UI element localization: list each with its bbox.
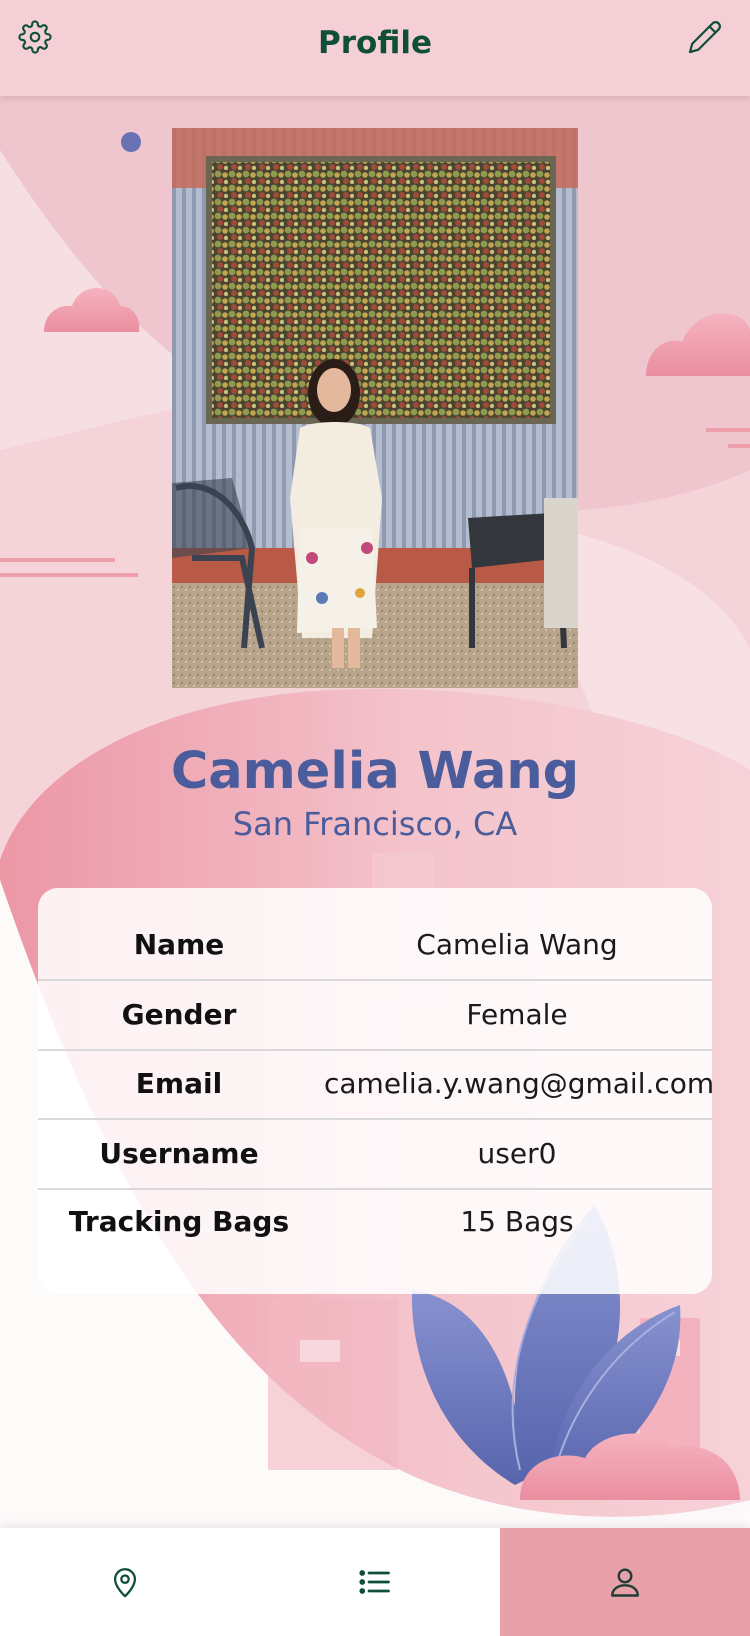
pencil-icon [688, 21, 721, 54]
detail-label: Email [135, 1067, 223, 1100]
profile-location: San Francisco, CA [232, 805, 518, 843]
profile-details-card: Name Camelia Wang Gender Female Email ca… [38, 888, 715, 1294]
list-icon [359, 1570, 390, 1594]
detail-value: camelia.y.wang@gmail.com [324, 1067, 715, 1100]
detail-label: Tracking Bags [68, 1205, 290, 1238]
bottom-navigation [0, 1528, 750, 1636]
nav-list-tab[interactable] [250, 1528, 500, 1636]
detail-label: Gender [121, 998, 237, 1031]
user-icon [611, 1568, 639, 1597]
detail-row-email: Email camelia.y.wang@gmail.com [38, 1049, 715, 1120]
edit-button[interactable] [682, 14, 728, 60]
profile-photo [172, 128, 578, 688]
detail-row-name: Name Camelia Wang [38, 910, 712, 981]
detail-label: Name [133, 928, 225, 961]
detail-value: Female [466, 998, 568, 1031]
detail-row-username: Username user0 [38, 1119, 712, 1190]
nav-profile-tab[interactable] [500, 1528, 750, 1636]
app-header: Profile [0, 0, 750, 96]
detail-value: 15 Bags [460, 1205, 574, 1238]
detail-value: Camelia Wang [416, 928, 618, 961]
detail-row-gender: Gender Female [38, 980, 712, 1051]
page-title: Profile [318, 25, 432, 61]
detail-row-tracking-bags: Tracking Bags 15 Bags [38, 1187, 712, 1256]
detail-label: Username [99, 1137, 259, 1170]
detail-value: user0 [477, 1137, 557, 1170]
location-pin-icon [113, 1568, 137, 1598]
nav-map-tab[interactable] [0, 1528, 250, 1636]
profile-name: Camelia Wang [170, 742, 580, 801]
